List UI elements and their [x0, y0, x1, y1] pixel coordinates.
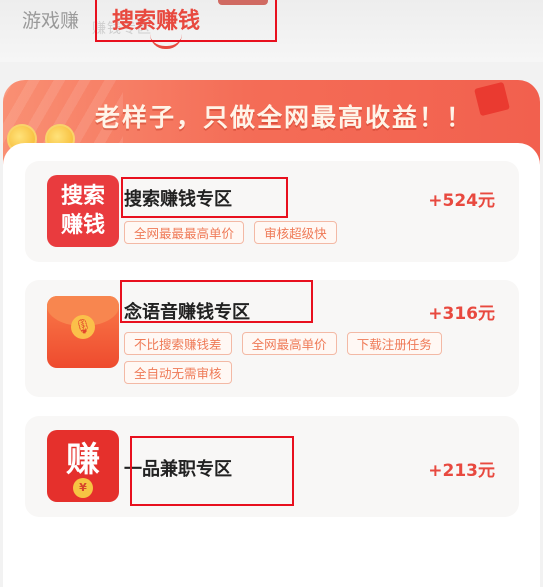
- tag: 不比搜索赚钱差: [124, 332, 232, 355]
- tag: 全自动无需审核: [124, 361, 232, 384]
- card-amount: +213元: [428, 461, 495, 481]
- banner-slogan: 老样子，只做全网最高收益！！: [95, 103, 474, 132]
- icon-char: 赚: [66, 440, 100, 480]
- card-amount: +316元: [428, 304, 495, 324]
- annotation-box-tab: [95, 0, 277, 42]
- tag-list: 全网最最最高单价 审核超级快: [124, 221, 494, 250]
- tag: 下载注册任务: [346, 332, 442, 355]
- icon-text-line1: 搜索: [60, 184, 105, 209]
- annotation-box-card3-title: [130, 436, 294, 506]
- tag-list: 不比搜索赚钱差 全网最高单价 下载注册任务 全自动无需审核: [124, 332, 494, 390]
- search-earn-app-icon: 搜索 赚钱: [47, 175, 119, 247]
- card-amount: +524元: [428, 191, 495, 211]
- tag: 审核超级快: [254, 221, 337, 244]
- tag: 全网最最最高单价: [124, 221, 245, 244]
- earn-app-icon: 赚 ¥: [47, 430, 119, 502]
- red-envelope-voice-icon: 🎙: [47, 296, 119, 368]
- icon-text-line2: 赚钱: [60, 213, 105, 238]
- tab-games[interactable]: 游戏赚: [22, 6, 79, 33]
- tag: 全网最高单价: [241, 332, 337, 355]
- annotation-box-card2-title: [120, 280, 313, 323]
- annotation-box-card1-title: [121, 177, 288, 218]
- microphone-icon: 🎙: [71, 315, 95, 339]
- red-envelope-icon: [474, 81, 510, 117]
- yuan-coin-icon: ¥: [73, 478, 93, 498]
